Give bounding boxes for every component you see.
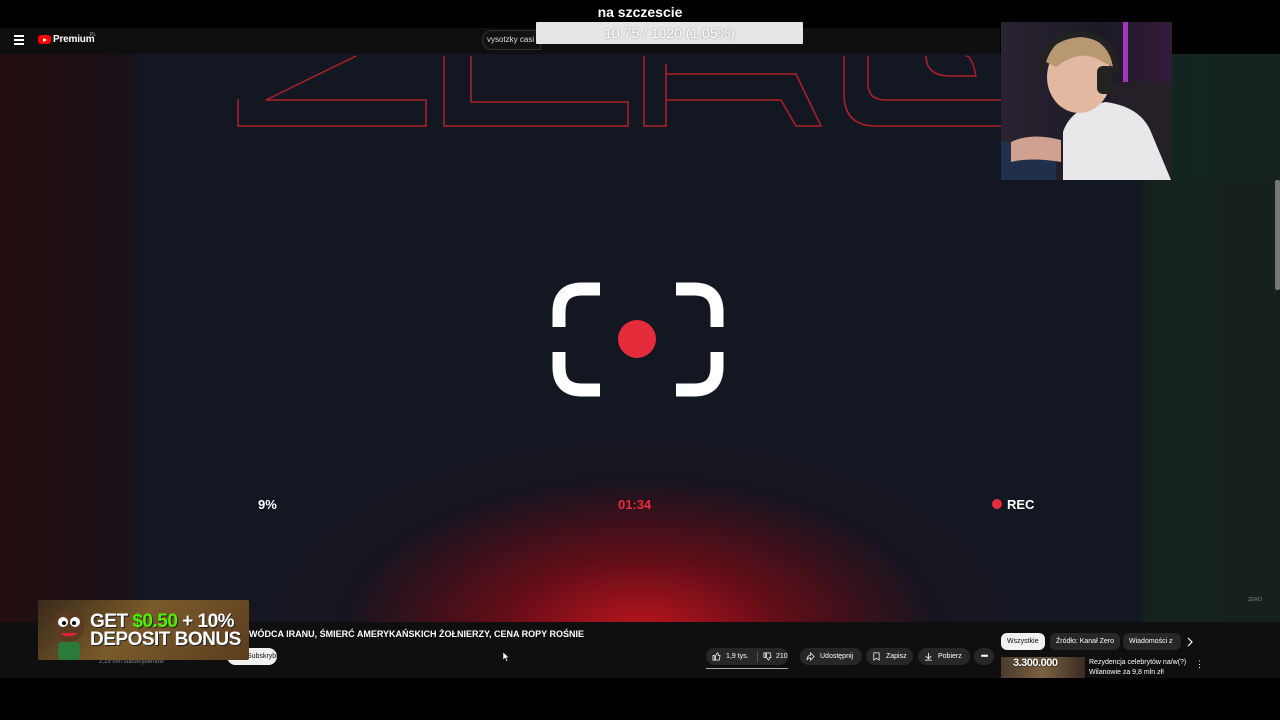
like-underline — [706, 668, 788, 669]
chip-all[interactable]: Wszystkie — [1001, 633, 1045, 650]
download-button[interactable]: Pobierz — [918, 648, 970, 665]
dislike-count[interactable]: 210 — [776, 648, 788, 665]
stream-overlay-title: na szczescie — [597, 4, 683, 20]
like-divider — [757, 651, 758, 662]
like-dislike-group[interactable]: 1,9 tys. 210 — [706, 648, 788, 665]
video-title: WÓDCA IRANU, ŚMIERĆ AMERYKAŃSKICH ŻOŁNIE… — [249, 629, 585, 639]
download-icon — [924, 652, 933, 661]
page-scrollbar[interactable] — [1275, 180, 1280, 290]
recording-time: 01:34 — [618, 497, 652, 512]
search-input-text[interactable]: vysotzky casi — [487, 35, 534, 44]
chevron-right-icon[interactable] — [1185, 637, 1195, 647]
recommended-video-title[interactable]: Rezydencja celebrytów na/w(?) — [1089, 659, 1186, 666]
download-label[interactable]: Pobierz — [938, 648, 962, 665]
kebab-menu-icon[interactable]: ⋮ — [1195, 659, 1204, 670]
region-label: PL — [90, 32, 97, 38]
chip-news[interactable]: Wiadomości z — [1123, 633, 1181, 650]
thumbnail-overlay-text: 3.300.000 — [1013, 657, 1058, 669]
rec-dot-icon — [992, 499, 1002, 509]
hamburger-menu-icon[interactable] — [14, 35, 24, 45]
youtube-logo-icon[interactable] — [38, 35, 51, 44]
thumbs-up-icon[interactable] — [712, 652, 721, 661]
recording-percent: 9% — [258, 497, 277, 512]
ad-subheadline[interactable]: DEPOSIT BONUS — [90, 630, 241, 650]
rec-label: REC — [1007, 497, 1035, 512]
youtube-premium-label[interactable]: Premium — [53, 34, 95, 45]
camera-record-icon — [552, 282, 724, 397]
right-background-panel — [1143, 180, 1280, 622]
share-label[interactable]: Udostępnij — [820, 648, 853, 665]
bookmark-icon — [873, 652, 880, 661]
share-button[interactable]: Udostępnij — [800, 648, 862, 665]
recommended-video-title-line2[interactable]: Wilanowie za 9,8 mln zł! — [1089, 669, 1164, 676]
more-actions-button[interactable]: ••• — [974, 648, 994, 665]
thumbs-down-icon[interactable] — [763, 652, 772, 661]
save-button[interactable]: Zapisz — [866, 648, 913, 665]
chip-source-kanal-zero[interactable]: Źródło: Kanał Zero — [1050, 633, 1120, 650]
share-icon — [806, 652, 815, 661]
webcam-feed — [1001, 22, 1172, 180]
mouse-cursor-icon — [503, 652, 510, 662]
like-count[interactable]: 1,9 tys. — [726, 648, 749, 665]
left-background-panel — [0, 54, 134, 622]
zero-logo-outline — [237, 55, 1002, 127]
video-watermark: ZERO — [1248, 597, 1262, 603]
stream-counter: 10.75 / 1020 (1.05%) — [536, 22, 803, 44]
save-label[interactable]: Zapisz — [886, 648, 907, 665]
ad-mascot-icon — [54, 610, 84, 660]
